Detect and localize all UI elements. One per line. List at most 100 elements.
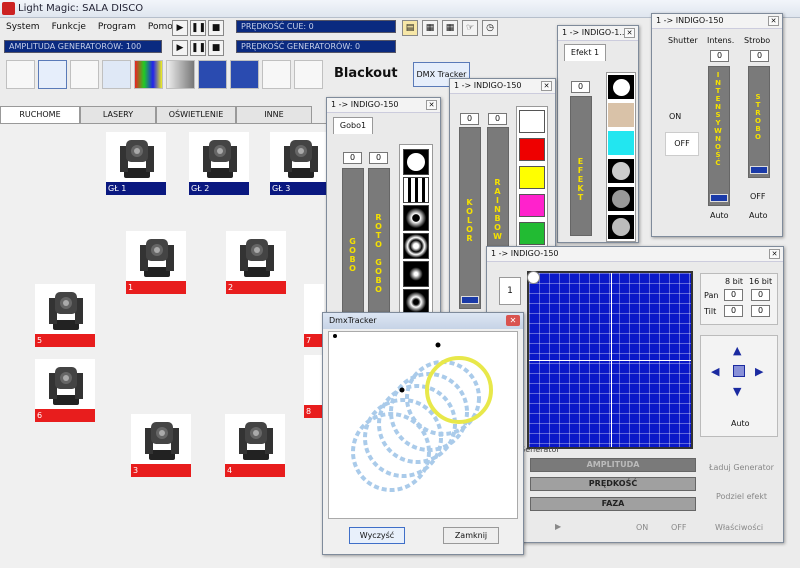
gobo-burst[interactable] [403, 261, 429, 287]
arrow-down-icon[interactable]: ▼ [733, 385, 741, 398]
effect-swatch-grey[interactable] [608, 159, 634, 183]
zamknij-button[interactable]: Zamknij [443, 527, 499, 544]
fixture-6[interactable]: 6 [35, 359, 95, 422]
tilt-16bit[interactable]: 0 [751, 305, 770, 317]
strobo-off[interactable]: OFF [750, 192, 766, 201]
intens-slider[interactable]: INTENSYWNOŚĆ [708, 66, 730, 206]
calendar-icon[interactable]: ▦ [422, 20, 438, 36]
roto-gobo-slider[interactable]: ROTO GOBO [368, 168, 390, 314]
pan-16bit[interactable]: 0 [751, 289, 770, 301]
fixture-gl3[interactable]: GŁ 3 [270, 132, 330, 195]
pantilt-cursor[interactable] [527, 271, 540, 284]
effect-swatch-cyan[interactable] [608, 131, 634, 155]
move-icon[interactable] [102, 60, 131, 89]
stop-button[interactable]: ■ [208, 20, 224, 36]
blackout-label[interactable]: Blackout [334, 66, 398, 81]
speed-cue-bar[interactable]: PRĘDKOŚĆ CUE: 0 [236, 20, 396, 33]
chart-icon[interactable] [38, 60, 67, 89]
head-number[interactable]: 1 [499, 277, 521, 305]
strobo-slider-handle[interactable] [750, 166, 768, 174]
pantilt-auto[interactable]: Auto [731, 419, 750, 428]
play-button-2[interactable]: ▶ [172, 40, 188, 56]
efekt-value[interactable]: 0 [571, 81, 590, 93]
arrow-right-icon[interactable]: ▶ [755, 365, 763, 378]
gobo-open[interactable] [403, 149, 429, 175]
close-icon[interactable]: ✕ [768, 16, 779, 26]
curve-icon[interactable] [230, 60, 259, 89]
menu-program[interactable]: Program [96, 20, 138, 36]
color-swatch[interactable] [519, 166, 545, 189]
gobo-slider[interactable]: GOBO [342, 168, 364, 314]
fixture-7[interactable]: 7 [304, 284, 324, 347]
center-button[interactable] [733, 365, 745, 377]
faza-slider[interactable]: FAZA [530, 497, 696, 511]
pantilt-pad[interactable] [527, 271, 693, 449]
predkosc-slider[interactable]: PRĘDKOŚĆ [530, 477, 696, 491]
gen-speed-bar[interactable]: PRĘDKOŚĆ GENERATORÓW: 0 [236, 40, 396, 53]
folder-icon[interactable]: ▤ [402, 20, 418, 36]
kolor-value[interactable]: 0 [460, 113, 479, 125]
laduj-generator-button[interactable]: Ładuj Generator [709, 463, 774, 472]
amplitude-bar[interactable]: AMPLITUDA GENERATORÓW: 100 [4, 40, 162, 53]
fixture-3[interactable]: 3 [131, 414, 191, 477]
color-icon[interactable] [134, 60, 163, 89]
dots-icon[interactable] [198, 60, 227, 89]
gobo-value[interactable]: 0 [343, 152, 362, 164]
tab-efekt1[interactable]: Efekt 1 [564, 44, 606, 61]
strobo-slider[interactable]: STROBO [748, 66, 770, 178]
stopwatch-icon[interactable]: ◷ [482, 20, 498, 36]
shutter-on[interactable]: ON [669, 112, 681, 121]
tab-gobo1[interactable]: Gobo1 [333, 117, 373, 134]
close-icon[interactable]: ✕ [426, 100, 437, 110]
on-button[interactable]: ON [636, 523, 648, 532]
close-icon[interactable]: ✕ [624, 28, 635, 38]
pause-button[interactable]: ❚❚ [190, 20, 206, 36]
strobo-value[interactable]: 0 [750, 50, 769, 62]
arrow-up-icon[interactable]: ▲ [733, 344, 741, 357]
fixture-2[interactable]: 2 [226, 231, 286, 294]
grid-icon[interactable]: ▦ [442, 20, 458, 36]
fixture-8[interactable]: 8 [304, 355, 324, 418]
gobo-rings[interactable] [403, 233, 429, 259]
close-icon[interactable]: ✕ [541, 81, 552, 91]
fixture-5[interactable]: 5 [35, 284, 95, 347]
beam-icon[interactable] [262, 60, 291, 89]
mixer-icon[interactable] [294, 60, 323, 89]
fixture-gl2[interactable]: GŁ 2 [189, 132, 249, 195]
wyczysc-button[interactable]: Wyczyść [349, 527, 405, 544]
arrow-left-icon[interactable]: ◀ [711, 365, 719, 378]
off-button[interactable]: OFF [671, 523, 687, 532]
color-swatch[interactable] [519, 138, 545, 161]
dimmer-icon[interactable] [166, 60, 195, 89]
close-icon[interactable]: ✕ [506, 315, 520, 326]
intens-slider-handle[interactable] [710, 194, 728, 202]
tab-inne[interactable]: INNE [236, 106, 312, 123]
dmx-tracker-canvas[interactable] [328, 331, 518, 519]
fixture-gl1[interactable]: GŁ 1 [106, 132, 166, 195]
podziel-efekt-button[interactable]: Podziel efekt [716, 492, 767, 501]
gobo-grid[interactable] [403, 177, 429, 203]
rainbow-value[interactable]: 0 [488, 113, 507, 125]
effect-swatch-split[interactable] [608, 215, 634, 239]
pan-8bit[interactable]: 0 [724, 289, 743, 301]
gobo-star[interactable] [403, 205, 429, 231]
effect-swatch-prism[interactable] [608, 187, 634, 211]
play-button[interactable]: ▶ [172, 20, 188, 36]
efekt-slider[interactable]: EFEKT [570, 96, 592, 236]
tab-ruchome[interactable]: RUCHOME GŁOWY [0, 106, 80, 134]
fixture-4[interactable]: 4 [225, 414, 285, 477]
tilt-8bit[interactable]: 0 [724, 305, 743, 317]
stop-button-2[interactable]: ■ [208, 40, 224, 56]
shutter-off-button[interactable]: OFF [665, 132, 699, 156]
color-swatch[interactable] [519, 222, 545, 245]
effect-swatch-tan[interactable] [608, 103, 634, 127]
wlasciwosci-button[interactable]: Właściwości [715, 523, 763, 532]
pause-button-2[interactable]: ❚❚ [190, 40, 206, 56]
play-icon[interactable]: ▶ [555, 522, 561, 531]
menu-system[interactable]: System [4, 20, 42, 36]
scene-icon[interactable] [6, 60, 35, 89]
intens-value[interactable]: 0 [710, 50, 729, 62]
bulb-icon[interactable] [70, 60, 99, 89]
color-swatch[interactable] [519, 194, 545, 217]
tab-led[interactable]: OŚWIETLENIE LED [156, 106, 236, 134]
